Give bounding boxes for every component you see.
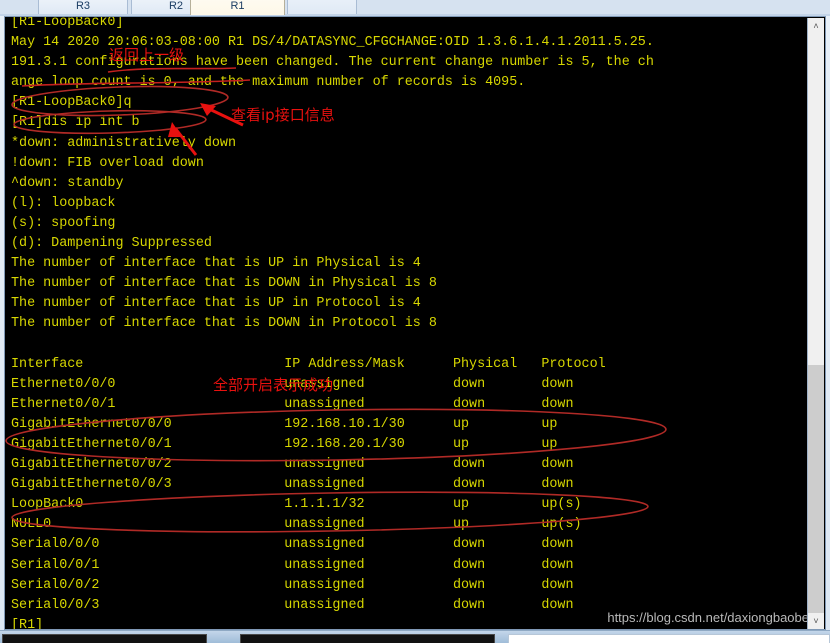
terminal-line: NULL0 unassigned up up(s) <box>11 517 582 533</box>
terminal-line: !down: FIB overload down <box>11 155 204 171</box>
terminal-line: The number of interface that is DOWN in … <box>11 276 437 292</box>
tab-r1[interactable]: R1 <box>190 0 285 15</box>
terminal-line: GigabitEthernet0/0/3 unassigned down dow… <box>11 477 574 493</box>
terminal-line: Serial0/0/0 unassigned down down <box>11 537 574 553</box>
taskbar-item-1[interactable] <box>2 634 207 643</box>
tab-r3-label: R3 <box>75 0 91 12</box>
terminal-line: (l): loopback <box>11 195 116 211</box>
scrollbar-thumb[interactable] <box>808 365 824 629</box>
terminal-line: GigabitEthernet0/0/1 192.168.20.1/30 up … <box>11 436 558 452</box>
terminal-line: GigabitEthernet0/0/2 unassigned down dow… <box>11 457 574 473</box>
terminal-line: [R1]dis ip int b <box>11 115 140 131</box>
ensp-router-console-app: R3 R2 R1 [R1-LoopBack0] May 14 2020 20:06… <box>0 0 830 643</box>
terminal-line: Serial0/0/1 unassigned down down <box>11 557 574 573</box>
taskbar-item-2[interactable] <box>240 634 495 643</box>
taskbar-item-3[interactable] <box>508 634 830 643</box>
scroll-up-arrow-icon[interactable]: ˄ <box>808 18 824 35</box>
terminal-line: (s): spoofing <box>11 215 116 231</box>
terminal-line: ange loop count is 0, and the maximum nu… <box>11 75 526 91</box>
terminal-line: Interface IP Address/Mask Physical Proto… <box>11 356 606 372</box>
terminal-line: *down: administratively down <box>11 135 236 151</box>
console-window[interactable]: [R1-LoopBack0] May 14 2020 20:06:03-08:00… <box>4 16 826 630</box>
terminal-line: (d): Dampening Suppressed <box>11 236 212 252</box>
terminal-line: GigabitEthernet0/0/0 192.168.10.1/30 up … <box>11 416 558 432</box>
terminal-line: 191.3.1 configurations have been changed… <box>11 55 654 71</box>
terminal-line: Ethernet0/0/1 unassigned down down <box>11 396 574 412</box>
tab-extra[interactable] <box>287 0 357 15</box>
terminal-line: [R1-LoopBack0]q <box>11 95 132 111</box>
terminal-line: Ethernet0/0/0 unassigned down down <box>11 376 574 392</box>
taskbar <box>0 630 830 643</box>
terminal-line: ^down: standby <box>11 175 124 191</box>
device-tab-strip: R3 R2 R1 <box>0 0 830 16</box>
scroll-down-arrow-icon[interactable]: ˅ <box>808 613 824 629</box>
terminal-line: May 14 2020 20:06:03-08:00 R1 DS/4/DATAS… <box>11 35 654 51</box>
tab-r3[interactable]: R3 <box>38 0 128 15</box>
scrollbar-track[interactable] <box>808 35 824 629</box>
tab-r2-label: R2 <box>168 0 184 12</box>
terminal-line: The number of interface that is UP in Pr… <box>11 296 421 312</box>
terminal-line: LoopBack0 1.1.1.1/32 up up(s) <box>11 497 582 513</box>
terminal-line: Serial0/0/2 unassigned down down <box>11 577 574 593</box>
terminal-line: The number of interface that is UP in Ph… <box>11 256 421 272</box>
watermark-url: https://blog.csdn.net/daxiongbaobe <box>607 610 809 625</box>
tab-r1-label: R1 <box>230 0 245 12</box>
terminal-output: [R1-LoopBack0] May 14 2020 20:06:03-08:00… <box>11 16 803 629</box>
console-vertical-scrollbar[interactable]: ˄ ˅ <box>807 18 824 629</box>
terminal-line: [R1-LoopBack0] <box>11 16 124 30</box>
terminal-line: The number of interface that is DOWN in … <box>11 316 437 332</box>
